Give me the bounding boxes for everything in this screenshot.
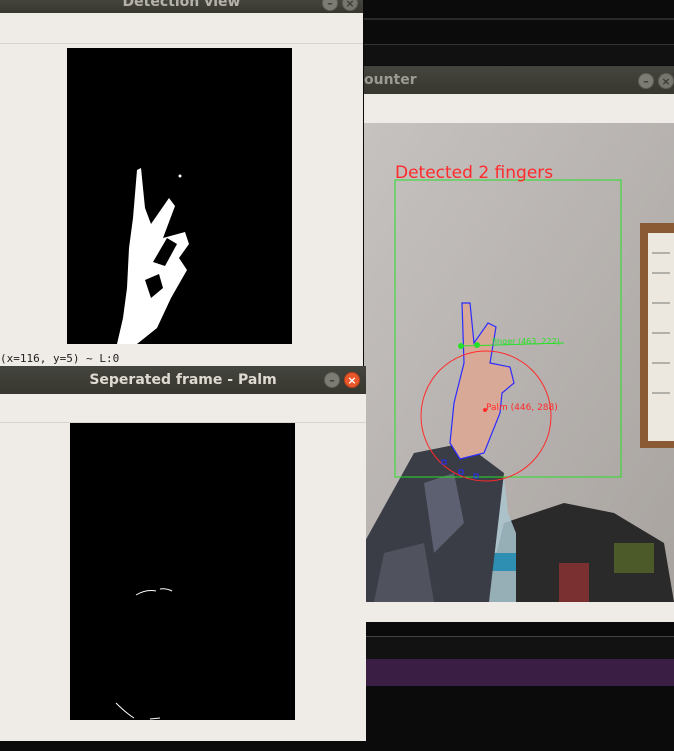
close-icon[interactable]: × — [342, 0, 358, 11]
detection-status-text: (x=116, y=5) ~ L:0 — [0, 352, 120, 365]
desktop-bar-top — [364, 18, 674, 20]
palm-window-title: Seperated frame - Palm — [89, 372, 277, 388]
palm-label: Palm (446, 288) — [486, 403, 558, 413]
palm-toolbar — [0, 394, 366, 423]
palm-mask — [70, 423, 295, 720]
desktop-bar-bottom — [366, 636, 674, 659]
fingertip-label: finger (463, 222) — [492, 337, 560, 346]
detection-window-title: Detection view — [122, 0, 241, 10]
palm-titlebar[interactable]: Seperated frame - Palm – × — [0, 366, 366, 394]
detection-toolbar — [0, 13, 363, 44]
counter-window: ounter – × Detected 2 fingers finger (46… — [364, 66, 674, 622]
camera-frame: Detected 2 fingers finger (463, 222) Pal… — [364, 123, 674, 602]
palm-window: Seperated frame - Palm – × — [0, 366, 366, 741]
detection-mask-image — [67, 48, 292, 344]
close-icon[interactable]: × — [658, 73, 674, 89]
detection-titlebar[interactable]: Detection view – × — [0, 0, 363, 13]
close-icon[interactable]: × — [344, 372, 360, 388]
minimize-icon[interactable]: – — [638, 73, 654, 89]
camera-scene — [364, 123, 674, 602]
minimize-icon[interactable]: – — [324, 372, 340, 388]
detection-window: Detection view – × (x=116, y=5) ~ L:0 — [0, 0, 363, 366]
minimize-icon[interactable]: – — [322, 0, 338, 11]
counter-window-title: ounter — [364, 72, 417, 88]
desktop-bar-mid — [364, 44, 674, 65]
taskbar-purple — [366, 658, 674, 686]
palm-mask-image — [70, 423, 295, 720]
counter-titlebar[interactable]: ounter – × — [364, 66, 674, 94]
detected-fingers-text: Detected 2 fingers — [395, 163, 554, 183]
detection-mask — [67, 48, 292, 344]
